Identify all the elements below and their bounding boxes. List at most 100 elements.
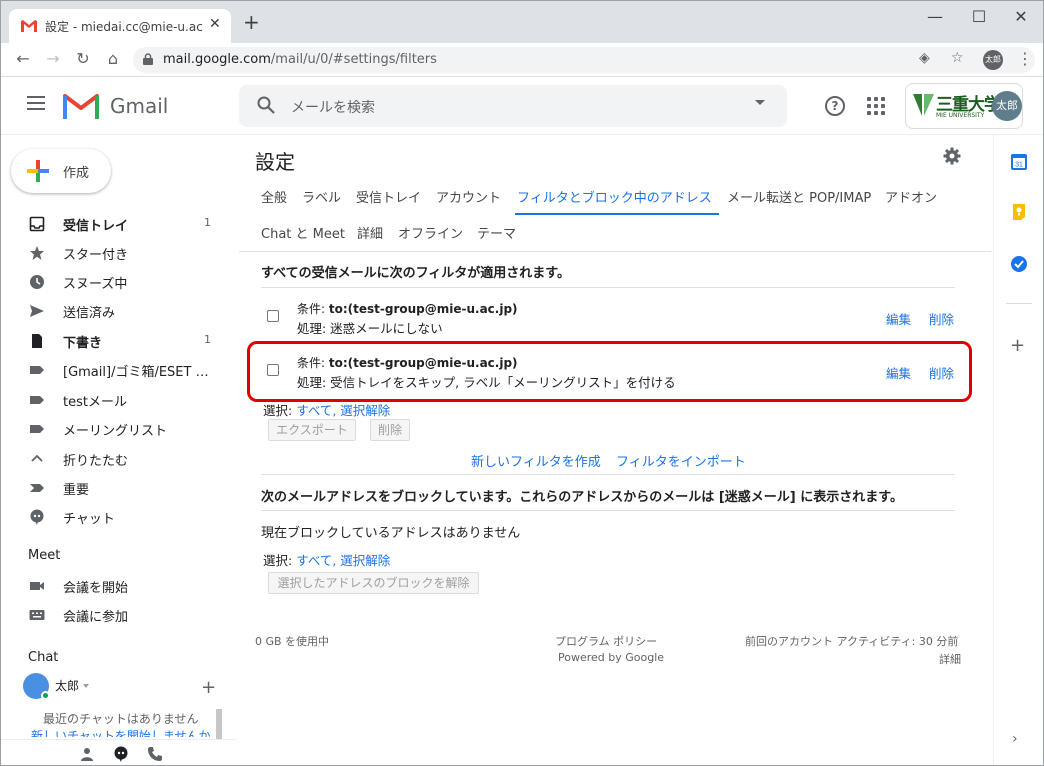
chat-user-name: 太郎	[55, 679, 80, 693]
chevron-down-icon	[83, 684, 89, 688]
select-none-link[interactable]: 選択解除	[340, 403, 390, 418]
sidebar-item-label: スヌーズ中	[63, 277, 128, 292]
tab-offline[interactable]: オフライン	[398, 223, 463, 242]
sidebar-item-chats[interactable]: チャット	[1, 502, 227, 531]
chevron-right-icon[interactable]: ›	[1012, 731, 1018, 747]
keep-icon[interactable]	[1010, 203, 1028, 221]
unblock-button[interactable]: 選択したアドレスのブロックを解除	[268, 572, 479, 594]
tab-themes[interactable]: テーマ	[477, 223, 516, 242]
inbox-icon	[29, 216, 45, 232]
search-bar[interactable]: メールを検索	[239, 85, 787, 127]
chat-bubble-icon[interactable]	[113, 746, 129, 762]
select-label: 選択:	[263, 553, 297, 568]
draft-icon	[32, 334, 42, 348]
program-policy-link[interactable]: プログラム ポリシー	[555, 633, 657, 649]
sidebar-item-important[interactable]: 重要	[1, 473, 227, 502]
create-filter-link[interactable]: 新しいフィルタを作成	[471, 451, 601, 470]
main-menu-icon[interactable]	[27, 96, 45, 110]
sidebar-item-test-mail[interactable]: testメール	[1, 385, 227, 414]
tab-addons[interactable]: アドオン	[885, 187, 937, 206]
window-minimize-button[interactable]: —	[915, 7, 955, 26]
sidebar-item-mailing-list[interactable]: メーリングリスト	[1, 414, 227, 443]
apps-grid-icon[interactable]	[867, 97, 885, 115]
phone-icon[interactable]	[147, 746, 163, 762]
chat-scrollbar[interactable]	[216, 709, 222, 739]
tab-labels[interactable]: ラベル	[302, 187, 341, 206]
sidebar-item-drafts[interactable]: 下書き 1	[1, 326, 227, 355]
chat-user-status[interactable]: 太郎	[23, 673, 223, 701]
start-chat-link[interactable]: 新しいチャットを開始しませんか	[31, 727, 211, 737]
clock-icon	[30, 275, 44, 289]
sidebar-item-start-meeting[interactable]: 会議を開始	[1, 571, 227, 600]
app-name: Gmail	[110, 94, 169, 118]
tab-accounts[interactable]: アカウント	[436, 187, 501, 206]
export-button[interactable]: エクスポート	[268, 419, 356, 441]
sidebar-item-label: チャット	[63, 512, 115, 527]
label-icon	[30, 396, 44, 404]
sidebar-item-label: メーリングリスト	[63, 424, 168, 439]
bookmark-star-icon[interactable]: ☆	[951, 50, 964, 66]
tasks-icon[interactable]	[1010, 255, 1028, 273]
tab-inbox[interactable]: 受信トレイ	[356, 187, 421, 206]
search-options-icon[interactable]	[755, 100, 765, 105]
divider	[239, 251, 991, 252]
sidebar-item-trash-eset[interactable]: [Gmail]/ゴミ箱/ESET An...	[1, 355, 227, 384]
sidebar-item-join-meeting[interactable]: 会議に参加	[1, 600, 227, 629]
keyboard-icon	[29, 610, 45, 620]
back-arrow-icon[interactable]: ←	[13, 49, 33, 68]
sidebar-item-snoozed[interactable]: スヌーズ中	[1, 267, 227, 296]
account-switcher[interactable]: 三重大学 MIE UNIVERSITY 太郎	[905, 83, 1023, 129]
help-icon[interactable]: ?	[825, 96, 845, 116]
profile-avatar[interactable]: 太郎	[983, 50, 1003, 70]
address-bar: ← → ↻ ⌂ mail.google.com/mail/u/0/#settin…	[1, 43, 1043, 77]
sidebar-item-label: 送信済み	[63, 306, 116, 321]
sidebar-item-starred[interactable]: スター付き	[1, 238, 227, 267]
new-chat-plus-icon[interactable]: +	[201, 677, 216, 698]
new-tab-button[interactable]: +	[243, 12, 260, 32]
sidebar-item-label: スター付き	[63, 248, 129, 263]
more-vert-icon[interactable]: ⋮	[1017, 49, 1033, 68]
extension-icon[interactable]: ◈	[919, 50, 930, 66]
person-icon[interactable]	[79, 746, 95, 762]
search-input[interactable]: メールを検索	[291, 97, 375, 117]
tab-forwarding[interactable]: メール転送と POP/IMAP	[727, 187, 871, 206]
gear-icon[interactable]	[943, 147, 961, 165]
reload-icon[interactable]: ↻	[73, 49, 93, 68]
storage-usage: 0 GB を使用中	[255, 635, 330, 648]
send-icon	[30, 305, 44, 317]
edit-filter-link[interactable]: 編集	[886, 309, 911, 328]
label-icon	[30, 366, 44, 374]
sidebar-item-inbox[interactable]: 受信トレイ 1	[1, 209, 227, 238]
avatar[interactable]: 太郎	[992, 91, 1022, 121]
tab-close-icon[interactable]: ✕	[209, 16, 221, 32]
forward-arrow-icon[interactable]: →	[43, 49, 63, 68]
delete-filters-button[interactable]: 削除	[370, 419, 410, 441]
url-field[interactable]: mail.google.com/mail/u/0/#settings/filte…	[133, 47, 1035, 73]
calendar-icon[interactable]: 31	[1010, 153, 1028, 171]
select-all-link[interactable]: すべて	[296, 553, 332, 568]
filter-checkbox[interactable]	[267, 310, 279, 322]
search-icon[interactable]	[257, 96, 275, 114]
select-all-link[interactable]: すべて	[296, 403, 332, 418]
tab-advanced[interactable]: 詳細	[357, 223, 383, 242]
select-none-link[interactable]: 選択解除	[340, 553, 390, 568]
details-link[interactable]: 詳細	[939, 651, 961, 667]
tab-general[interactable]: 全般	[261, 187, 287, 206]
import-filter-link[interactable]: フィルタをインポート	[616, 451, 746, 470]
delete-filter-link[interactable]: 削除	[929, 309, 954, 328]
get-addons-plus-icon[interactable]: +	[1010, 335, 1025, 356]
sidebar-item-label: 受信トレイ	[63, 219, 129, 234]
sidebar-item-sent[interactable]: 送信済み	[1, 296, 227, 325]
window-close-button[interactable]: ✕	[1001, 7, 1041, 26]
select-separator: ,	[332, 553, 337, 568]
browser-tab[interactable]: 設定 - miedai.cc@mie-u.ac.jp - 三 ✕	[9, 9, 231, 43]
draft-count: 1	[204, 333, 211, 346]
tab-chat-meet[interactable]: Chat と Meet	[261, 223, 345, 242]
compose-button[interactable]: 作成	[11, 149, 111, 193]
home-icon[interactable]: ⌂	[103, 49, 123, 68]
sidebar-item-collapse[interactable]: 折りたたむ	[1, 444, 227, 473]
tab-filters[interactable]: フィルタとブロック中のアドレス	[517, 187, 712, 206]
gmail-logo-icon	[63, 94, 99, 119]
compose-plus-icon	[27, 160, 49, 182]
window-maximize-button[interactable]: ☐	[959, 7, 999, 26]
